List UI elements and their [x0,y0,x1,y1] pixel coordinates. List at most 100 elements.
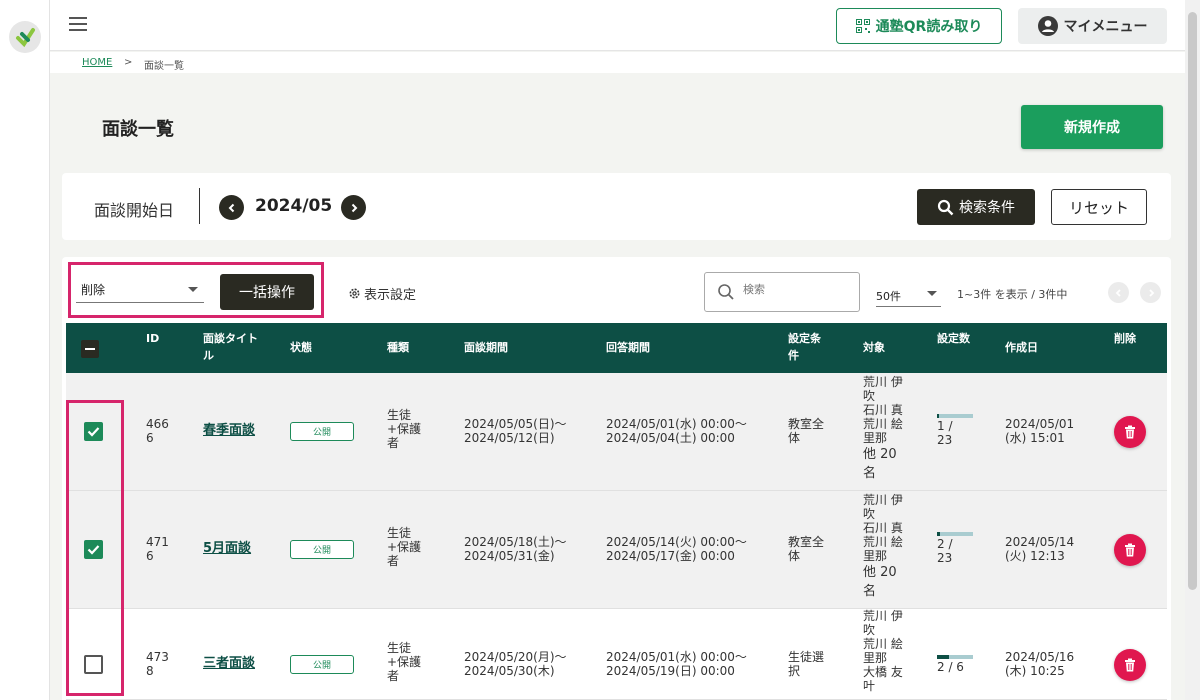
row-period-start: 2024/05/20(月)～ [464,650,567,664]
sidebar [0,0,50,700]
page-title: 面談一覧 [102,119,174,140]
row-answer-start: 2024/05/14(火) 00:00～ [606,535,747,549]
row-kind: 生徒+保護者 [387,526,422,568]
row-answer-start: 2024/05/01(水) 00:00～ [606,650,747,664]
row-count: 2 / 23 [937,537,953,565]
account-circle-icon [1037,16,1058,36]
row-id: 4716 [146,535,169,563]
search-input[interactable] [743,283,853,296]
delete-button[interactable] [1114,416,1146,448]
row-condition: 生徒選択 [788,650,825,678]
bulk-action-select[interactable]: 削除 [76,274,204,303]
breadcrumb-current: 面談一覧 [144,61,184,72]
trash-icon [1125,425,1135,439]
row-targets: 荒川 伊吹 荒川 絵里那 大橋 友叶 [863,609,905,693]
search-conditions-button[interactable]: 検索条件 [917,189,1035,225]
table-row[interactable]: 4666 春季面談 公開 生徒+保護者 2024/05/05(日)～ 2024/… [66,373,1167,491]
qr-scan-label: 通塾QR読み取り [875,19,983,35]
delete-button[interactable] [1114,534,1146,566]
row-answer-start: 2024/05/01(水) 00:00～ [606,417,747,431]
delete-button[interactable] [1114,649,1146,681]
target-more: 他 20 名 [863,565,897,599]
breadcrumb-separator: > [124,57,133,68]
header-delete: 削除 [1114,332,1136,345]
checkbox-column-highlight [66,400,124,696]
header-condition: 設定条件 [788,332,821,362]
trash-icon [1125,658,1135,672]
chevron-left-icon [228,203,234,212]
target-name: 荒川 伊吹 [863,375,903,403]
header-id: ID [146,332,160,345]
row-created-date: 2024/05/14 [1005,535,1075,549]
search-field[interactable] [704,272,860,312]
breadcrumb-home-link[interactable]: HOME [82,57,112,68]
trash-icon [1125,543,1135,557]
row-created-time: (木) 10:25 [1005,664,1065,678]
my-menu-button[interactable]: マイメニュー [1018,8,1167,44]
search-conditions-label: 検索条件 [959,200,1015,216]
header-status: 状態 [290,341,312,354]
row-title-link[interactable]: 春季面談 [203,424,255,438]
next-page-button[interactable] [1140,282,1161,303]
filter-card: 面談開始日 2024/05 検索条件 リセット [62,173,1171,240]
result-count: 1~3件 を表示 / 3件中 [957,288,1068,301]
dropdown-caret-icon [927,291,937,296]
header-title: 面談タイトル [203,332,258,362]
reset-button[interactable]: リセット [1051,189,1147,225]
next-month-button[interactable] [341,195,366,220]
table-row[interactable]: 4716 5月面談 公開 生徒+保護者 2024/05/18(土)～ 2024/… [66,491,1167,609]
row-created-date: 2024/05/16 [1005,650,1075,664]
prev-page-button[interactable] [1108,282,1129,303]
header-answer-period: 回答期間 [606,341,650,354]
search-icon [718,284,734,300]
target-name: 荒川 絵里那 [863,637,903,665]
hamburger-menu-icon[interactable] [69,17,87,31]
row-answer-end: 2024/05/04(土) 00:00 [606,431,735,445]
qr-code-icon [855,19,870,33]
current-month: 2024/05 [255,196,333,216]
display-settings-label: 表示設定 [364,288,417,303]
row-created-time: (水) 15:01 [1005,431,1065,445]
progress-bar [937,532,973,536]
header-target: 対象 [863,341,885,354]
row-answer-end: 2024/05/17(金) 00:00 [606,549,735,563]
create-new-button[interactable]: 新規作成 [1021,105,1163,149]
row-kind: 生徒+保護者 [387,408,422,450]
breadcrumb: HOME > 面談一覧 [50,52,1185,73]
chevron-right-icon [1148,288,1154,297]
header-kind: 種類 [387,341,409,354]
row-period-end: 2024/05/30(木) [464,664,555,678]
row-title-link[interactable]: 三者面談 [203,657,255,671]
table-row[interactable]: 4738 三者面談 公開 生徒+保護者 2024/05/20(月)～ 2024/… [66,609,1167,700]
row-period-end: 2024/05/12(日) [464,431,555,445]
row-id: 4666 [146,417,169,445]
row-condition: 教室全体 [788,417,825,445]
target-name: 荒川 絵里那 [863,535,903,563]
status-badge: 公開 [290,655,354,674]
display-settings-button[interactable]: 表示設定 [348,284,416,303]
prev-month-button[interactable] [219,195,244,220]
header-count: 設定数 [937,332,970,345]
bulk-operation-button[interactable]: 一括操作 [220,274,314,310]
progress-bar [937,414,973,418]
header-period: 面談期間 [464,341,508,354]
status-badge: 公開 [290,422,354,441]
row-title-link[interactable]: 5月面談 [203,542,251,556]
target-more: 他 20 名 [863,447,897,481]
qr-scan-button[interactable]: 通塾QR読み取り [836,8,1002,44]
select-all-checkbox[interactable] [81,340,99,358]
target-name: 荒川 絵里那 [863,417,903,445]
row-answer-end: 2024/05/19(日) 00:00 [606,664,735,678]
row-condition: 教室全体 [788,535,825,563]
target-name: 大橋 友叶 [863,665,903,693]
progress-bar [937,655,973,659]
row-count: 2 / 6 [937,660,964,674]
page-scrollbar[interactable] [1185,0,1200,700]
chevron-left-icon [1115,288,1121,297]
target-name: 石川 真 [863,403,903,417]
target-name: 荒川 伊吹 [863,609,903,637]
row-targets: 荒川 伊吹 石川 真 荒川 絵里那 他 20 名 [863,493,905,601]
app-logo[interactable] [9,21,41,53]
dropdown-caret-icon [188,287,198,292]
per-page-select[interactable]: 50件 [876,281,941,307]
